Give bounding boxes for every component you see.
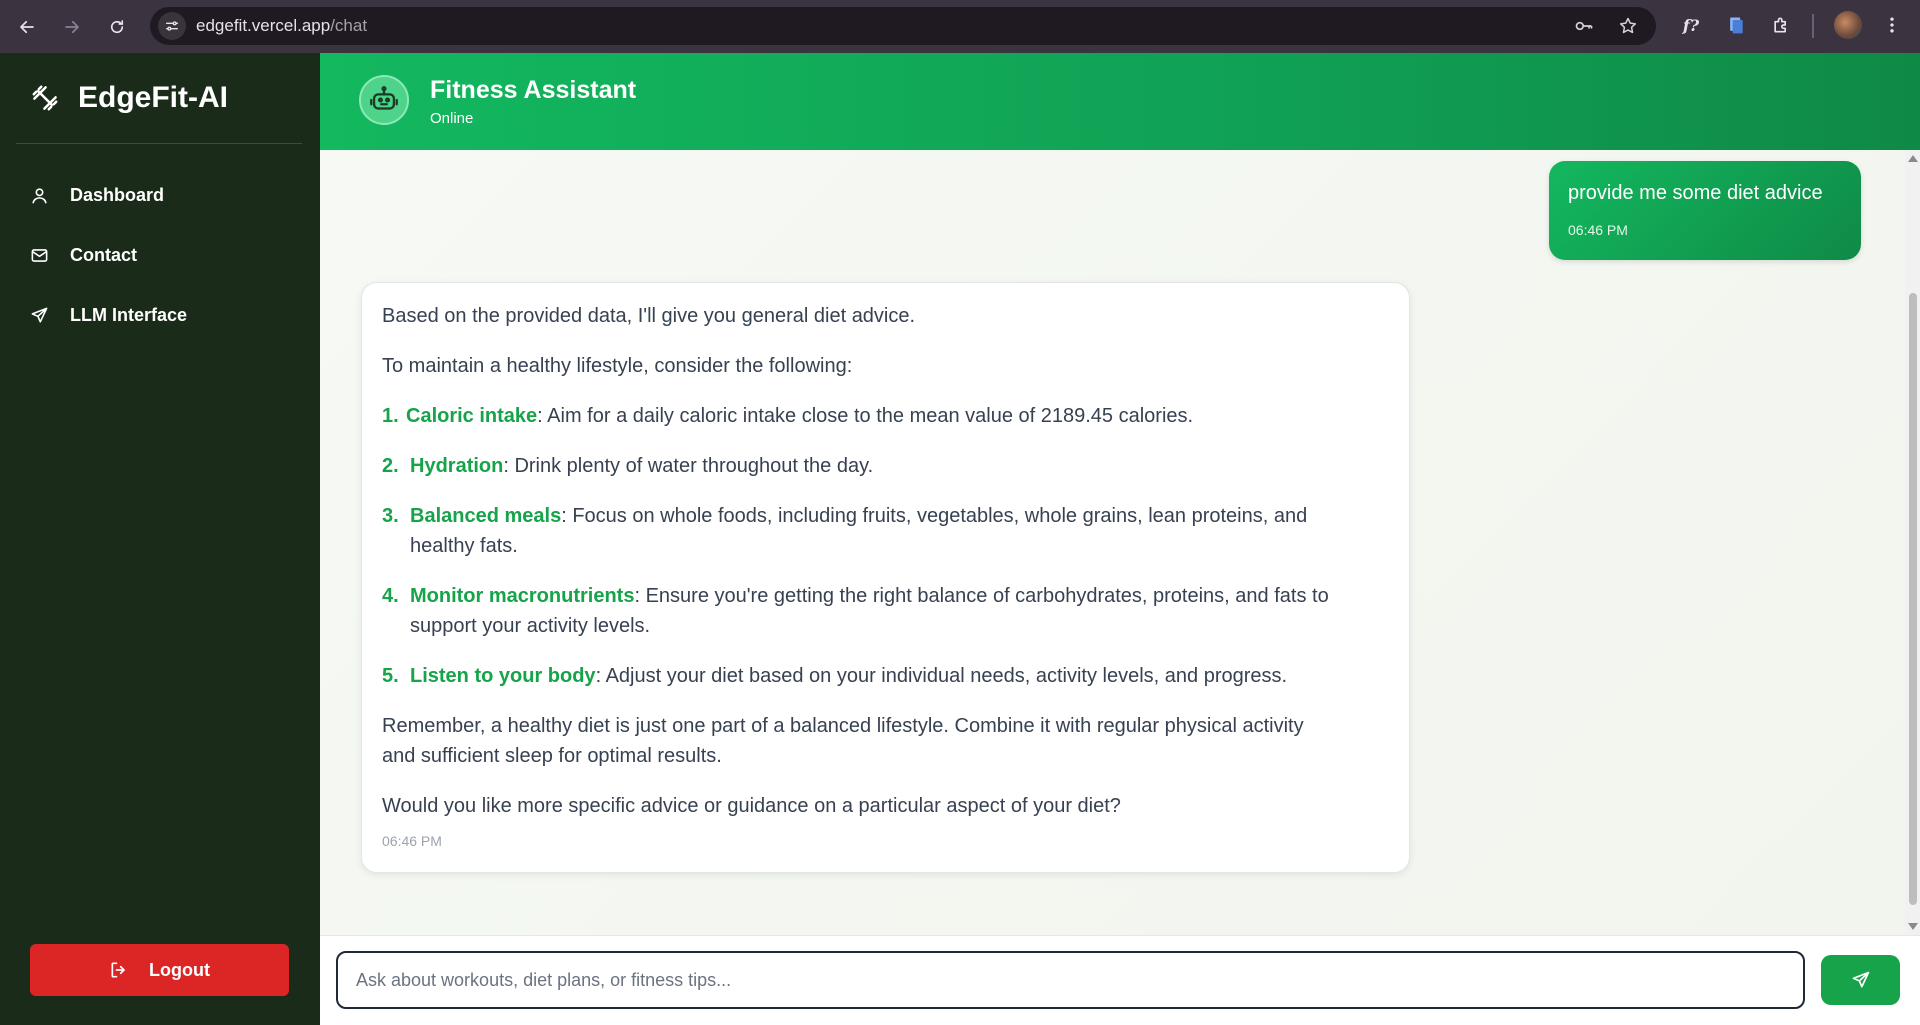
list-number: 5.: [382, 665, 399, 687]
list-item: Balanced meals: Focus on whole foods, in…: [410, 505, 1307, 528]
robot-icon: [370, 86, 398, 110]
user-icon: [32, 187, 47, 203]
mail-icon: [31, 248, 48, 262]
list-term: Monitor macronutrients: [410, 585, 635, 607]
sidebar-item-label: Dashboard: [70, 184, 165, 205]
sidebar-item-dashboard[interactable]: Dashboard: [30, 180, 164, 210]
chat-header: Fitness Assistant Online: [320, 53, 1920, 150]
list-text: : Adjust your diet based on your individ…: [595, 665, 1288, 687]
chat-title: Fitness Assistant: [430, 76, 637, 104]
address-bar[interactable]: edgefit.vercel.app/chat: [150, 7, 1656, 45]
logout-button[interactable]: Logout: [30, 944, 289, 996]
message-text: provide me some diet advice: [1568, 182, 1823, 204]
site-info-icon[interactable]: [158, 12, 186, 40]
scroll-down-arrow[interactable]: [1908, 923, 1918, 930]
list-item: Monitor macronutrients: Ensure you're ge…: [410, 585, 1329, 608]
sidebar-divider: [16, 143, 302, 144]
extensions-puzzle-icon[interactable]: [1769, 13, 1793, 37]
extension-f-icon[interactable]: f?: [1679, 13, 1703, 37]
url-host: edgefit.vercel.app: [196, 16, 331, 35]
sidebar-item-label: Contact: [70, 244, 137, 265]
password-key-icon[interactable]: [1574, 16, 1594, 36]
send-button[interactable]: [1821, 955, 1900, 1005]
list-number: 4.: [382, 585, 399, 607]
list-term: Balanced meals: [410, 505, 562, 527]
message-paragraph: Based on the provided data, I'll give yo…: [382, 305, 916, 327]
sidebar-item-llm-interface[interactable]: LLM Interface: [30, 300, 187, 330]
list-text-continued: healthy fats.: [410, 535, 518, 557]
url-text: edgefit.vercel.app/chat: [196, 16, 367, 36]
list-item: Hydration: Drink plenty of water through…: [410, 455, 873, 478]
scroll-up-arrow[interactable]: [1908, 155, 1918, 162]
message-paragraph: Remember, a healthy diet is just one par…: [382, 715, 1304, 737]
scrollbar-thumb[interactable]: [1909, 293, 1917, 905]
back-icon[interactable]: [11, 11, 43, 43]
chat-input[interactable]: [336, 951, 1805, 1009]
list-text-continued: support your activity levels.: [410, 615, 651, 637]
profile-avatar[interactable]: [1834, 11, 1862, 39]
list-term: Listen to your body: [410, 665, 596, 687]
logout-icon: [111, 962, 125, 978]
brand-name: EdgeFit-AI: [78, 81, 228, 114]
logout-label: Logout: [149, 959, 210, 980]
message-paragraph: and sufficient sleep for optimal results…: [382, 745, 722, 767]
url-path: /chat: [330, 16, 368, 35]
message-timestamp: 06:46 PM: [1568, 222, 1628, 238]
list-term: Caloric intake: [406, 405, 538, 427]
extension-docs-icon[interactable]: [1724, 13, 1748, 37]
menu-dots-icon[interactable]: [1880, 13, 1904, 37]
message-timestamp: 06:46 PM: [382, 833, 442, 849]
list-term: Hydration: [410, 455, 504, 477]
list-number: 2.: [382, 455, 399, 477]
send-icon: [31, 307, 48, 323]
forward-icon[interactable]: [56, 11, 88, 43]
composer: [320, 935, 1920, 1025]
sidebar-item-contact[interactable]: Contact: [30, 240, 137, 270]
dumbbell-icon: [30, 83, 60, 113]
user-message: provide me some diet advice 06:46 PM: [1549, 161, 1861, 260]
list-text: : Drink plenty of water throughout the d…: [503, 455, 874, 477]
toolbar-divider: [1812, 14, 1814, 38]
message-paragraph: Would you like more specific advice or g…: [382, 795, 1121, 817]
list-number: 1.: [382, 405, 399, 427]
sidebar: EdgeFit-AI Dashboard Contact LLM Interfa…: [0, 53, 320, 1025]
brand[interactable]: EdgeFit-AI: [30, 81, 228, 115]
status-text: Online: [430, 110, 474, 127]
send-icon: [1852, 971, 1869, 988]
browser-toolbar: edgefit.vercel.app/chat f?: [0, 0, 1920, 53]
list-text: : Ensure you're getting the right balanc…: [634, 585, 1329, 607]
list-text: : Focus on whole foods, including fruits…: [561, 505, 1308, 527]
list-number: 3.: [382, 505, 399, 527]
list-item: Listen to your body: Adjust your diet ba…: [410, 665, 1287, 688]
scrollbar[interactable]: [1905, 150, 1920, 935]
sidebar-item-label: LLM Interface: [70, 304, 188, 325]
list-text: : Aim for a daily caloric intake close t…: [537, 405, 1194, 427]
assistant-message: Based on the provided data, I'll give yo…: [361, 282, 1410, 873]
reload-icon[interactable]: [101, 11, 133, 43]
message-paragraph: To maintain a healthy lifestyle, conside…: [382, 355, 853, 377]
bookmark-star-icon[interactable]: [1618, 16, 1638, 36]
bot-avatar: [359, 75, 409, 125]
list-item: Caloric intake: Aim for a daily caloric …: [406, 405, 1193, 428]
